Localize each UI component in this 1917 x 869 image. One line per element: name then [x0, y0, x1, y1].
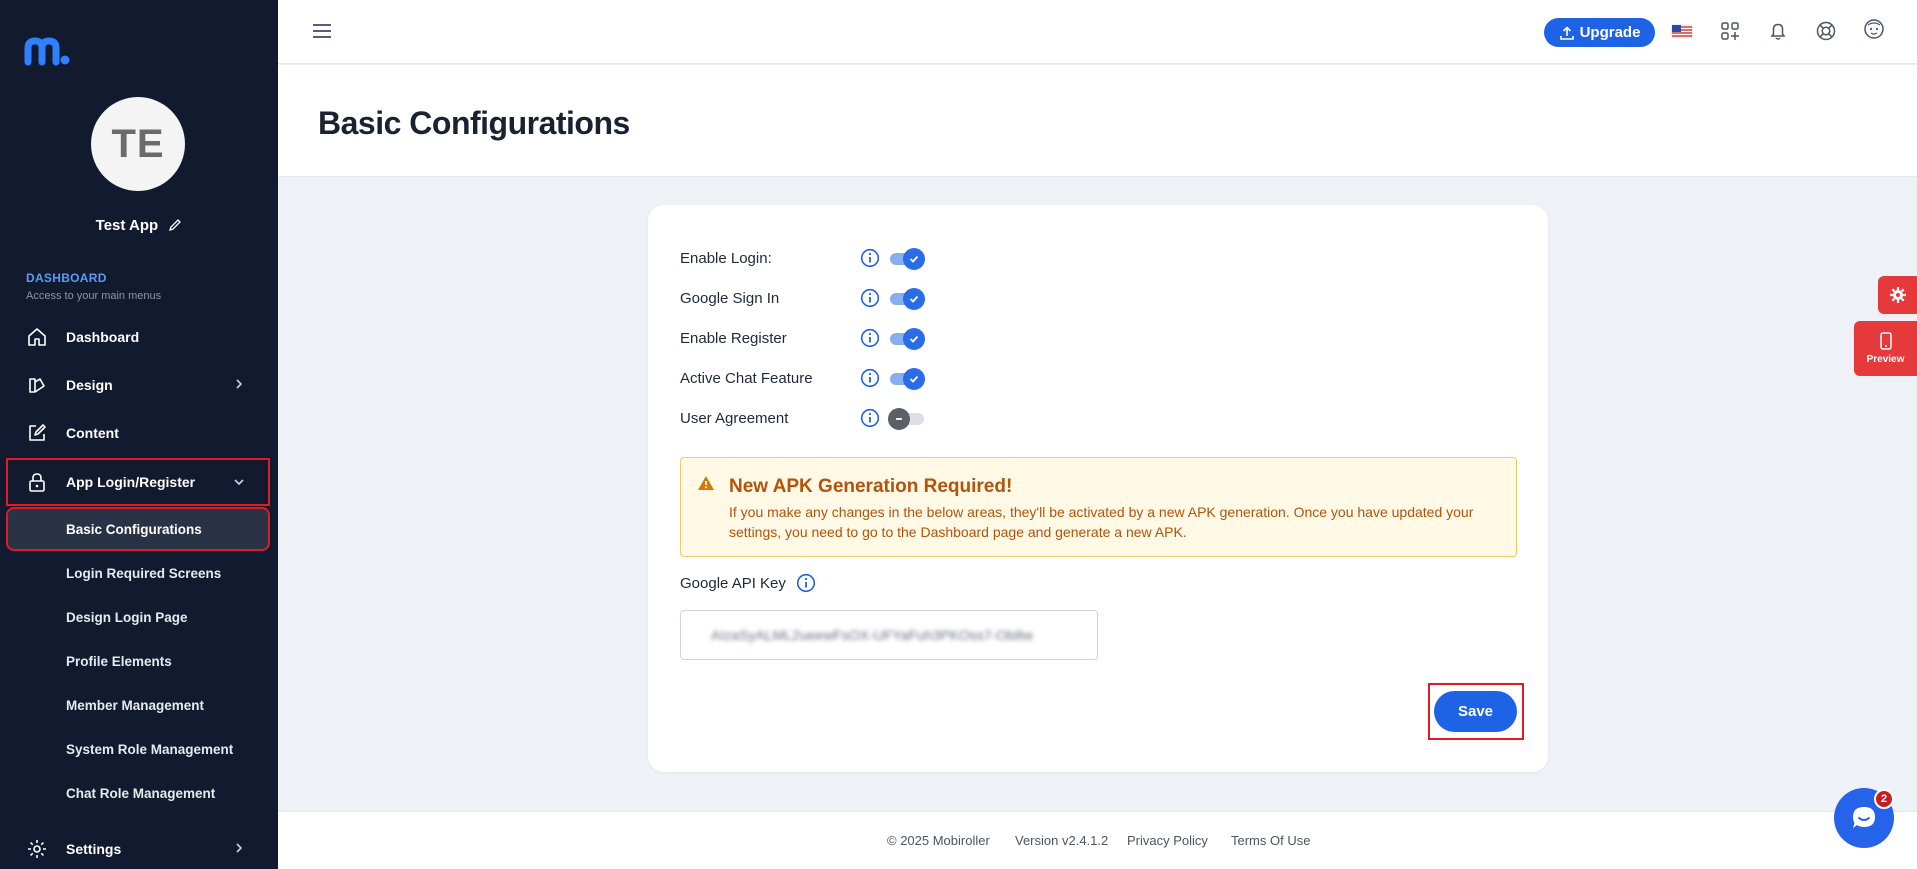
minus-icon: [896, 418, 902, 420]
api-key-label: Google API Key: [680, 574, 786, 592]
page-header: Basic Configurations: [278, 65, 1917, 177]
sidebar-item-label: Content: [66, 425, 119, 441]
gear-icon: [1889, 287, 1906, 303]
settings-fab[interactable]: [1878, 276, 1917, 314]
enable-register-toggle[interactable]: [888, 326, 926, 350]
check-icon: [909, 295, 919, 303]
sidebar-item-app-login-register[interactable]: App Login/Register: [6, 458, 270, 506]
apk-warning-alert: New APK Generation Required! If you make…: [680, 457, 1517, 557]
api-key-label-row: Google API Key: [680, 573, 816, 593]
active-chat-feature-toggle[interactable]: [888, 366, 926, 390]
section-title: DASHBOARD: [26, 271, 107, 285]
menu-icon[interactable]: [312, 22, 332, 40]
chevron-right-icon: [236, 843, 243, 853]
upload-icon: [1559, 25, 1574, 40]
user-avatar-icon[interactable]: [1863, 18, 1885, 40]
sidebar-subitem-system-role-management[interactable]: System Role Management: [8, 729, 268, 769]
warning-icon: [698, 476, 714, 490]
footer-terms-link[interactable]: Terms Of Use: [1231, 833, 1310, 848]
app-name-label: Test App: [95, 217, 159, 234]
settings-card: Enable Login: Google Sign In Enable Regi…: [648, 205, 1548, 772]
avatar[interactable]: TE: [91, 97, 185, 191]
home-icon: [26, 326, 48, 348]
info-icon[interactable]: [860, 328, 880, 348]
bell-icon[interactable]: [1767, 20, 1789, 42]
chevron-down-icon: [234, 479, 244, 486]
topbar: Upgrade: [278, 0, 1917, 64]
footer-copyright: © 2025 Mobiroller: [887, 833, 990, 848]
setting-row-user-agreement: User Agreement: [680, 406, 926, 430]
upgrade-label: Upgrade: [1579, 24, 1641, 41]
enable-login-toggle[interactable]: [888, 246, 926, 270]
lock-icon: [26, 471, 48, 493]
sidebar-subitem-chat-role-management[interactable]: Chat Role Management: [8, 773, 268, 813]
save-button[interactable]: Save: [1434, 691, 1517, 732]
sidebar: TE Test App DASHBOARD Access to your mai…: [0, 0, 278, 869]
sidebar-item-label: App Login/Register: [66, 474, 196, 490]
setting-label: Google Sign In: [680, 289, 780, 307]
chat-bubble-icon: [1853, 807, 1875, 828]
check-icon: [909, 375, 919, 383]
preview-label: Preview: [1866, 354, 1905, 365]
pencil-icon[interactable]: [168, 218, 182, 232]
api-key-field[interactable]: [680, 610, 1098, 660]
info-icon[interactable]: [860, 408, 880, 428]
info-icon[interactable]: [860, 288, 880, 308]
check-icon: [909, 255, 919, 263]
sidebar-item-label: Settings: [66, 841, 122, 857]
info-icon[interactable]: [860, 248, 880, 268]
alert-title: New APK Generation Required!: [729, 476, 1013, 497]
info-icon[interactable]: [796, 573, 816, 593]
setting-row-google-sign-in: Google Sign In: [680, 286, 926, 310]
us-flag-icon[interactable]: [1671, 20, 1693, 42]
support-icon[interactable]: [1815, 20, 1837, 42]
apps-icon[interactable]: [1719, 20, 1741, 42]
sidebar-item-label: Design: [66, 377, 113, 393]
page-title: Basic Configurations: [318, 105, 630, 141]
mobiroller-logo[interactable]: [24, 36, 70, 66]
setting-label: Active Chat Feature: [680, 369, 813, 387]
app-name[interactable]: Test App: [0, 217, 278, 234]
chevron-right-icon: [236, 379, 243, 389]
chat-badge: 2: [1874, 789, 1894, 809]
setting-row-enable-register: Enable Register: [680, 326, 926, 350]
sidebar-subitem-basic-configurations[interactable]: Basic Configurations: [6, 507, 270, 551]
sidebar-subitem-member-management[interactable]: Member Management: [8, 685, 268, 725]
preview-button[interactable]: Preview: [1854, 321, 1917, 376]
google-sign-in-toggle[interactable]: [888, 286, 926, 310]
gear-icon: [26, 838, 48, 860]
setting-label: User Agreement: [680, 409, 789, 427]
edit-icon: [26, 422, 48, 444]
sidebar-item-settings[interactable]: Settings: [8, 828, 268, 869]
footer: © 2025 Mobiroller Version v2.4.1.2 Priva…: [278, 811, 1917, 869]
check-icon: [909, 335, 919, 343]
footer-privacy-link[interactable]: Privacy Policy: [1127, 833, 1208, 848]
sidebar-subitem-login-required-screens[interactable]: Login Required Screens: [8, 553, 268, 593]
setting-row-enable-login: Enable Login:: [680, 246, 926, 270]
sidebar-item-label: Dashboard: [66, 329, 140, 345]
setting-row-active-chat-feature: Active Chat Feature: [680, 366, 926, 390]
sidebar-subitem-profile-elements[interactable]: Profile Elements: [8, 641, 268, 681]
palette-icon: [26, 374, 48, 396]
sidebar-subitem-design-login-page[interactable]: Design Login Page: [8, 597, 268, 637]
phone-icon: [1879, 332, 1892, 350]
setting-label: Enable Login:: [680, 249, 772, 267]
alert-body: If you make any changes in the below are…: [729, 504, 1474, 540]
sidebar-item-design[interactable]: Design: [8, 364, 268, 406]
sidebar-item-dashboard[interactable]: Dashboard: [8, 316, 268, 358]
footer-version: Version v2.4.1.2: [1015, 833, 1109, 848]
api-key-input[interactable]: [681, 611, 1097, 659]
sidebar-item-content[interactable]: Content: [8, 412, 268, 454]
user-agreement-toggle[interactable]: [888, 406, 926, 430]
info-icon[interactable]: [860, 368, 880, 388]
upgrade-button[interactable]: Upgrade: [1544, 18, 1655, 47]
section-subtitle: Access to your main menus: [26, 290, 162, 302]
setting-label: Enable Register: [680, 329, 787, 347]
